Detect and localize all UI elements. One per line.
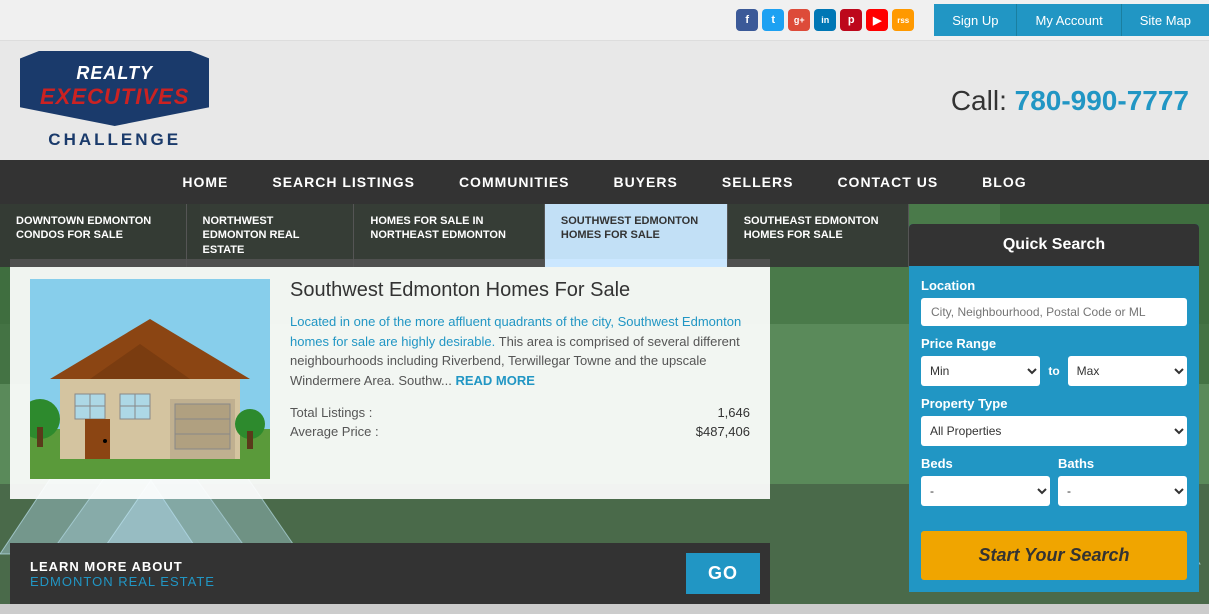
avg-price-label: Average Price : (290, 424, 379, 439)
price-max-select[interactable]: Max (1068, 356, 1187, 386)
baths-label: Baths (1058, 456, 1187, 471)
nav-home[interactable]: HOME (160, 160, 250, 204)
price-range-label: Price Range (921, 336, 1187, 351)
my-account-link[interactable]: My Account (1017, 4, 1121, 36)
nav-buyers[interactable]: BUYERS (592, 160, 700, 204)
sub-navigation: DOWNTOWN EDMONTON CONDOS FOR SALE NORTHW… (0, 204, 909, 267)
top-bar: f t g+ in p ▶ rss Sign Up My Account Sit… (0, 0, 1209, 41)
subnav-southeast[interactable]: SOUTHEAST EDMONTON HOMES FOR SALE (728, 204, 909, 267)
logo-challenge-text: CHALLENGE (48, 130, 181, 150)
quick-search-panel: Quick Search Location Price Range Min to… (909, 224, 1199, 592)
listing-title: Southwest Edmonton Homes For Sale (290, 279, 750, 302)
price-range-row: Min to Max (921, 356, 1187, 386)
top-links: Sign Up My Account Site Map (934, 4, 1209, 36)
social-icons: f t g+ in p ▶ rss (736, 9, 914, 31)
rss-icon[interactable]: rss (892, 9, 914, 31)
facebook-icon[interactable]: f (736, 9, 758, 31)
total-listings-label: Total Listings : (290, 405, 372, 420)
property-type-label: Property Type (921, 396, 1187, 411)
stat-row-price: Average Price : $487,406 (290, 424, 750, 439)
linkedin-icon[interactable]: in (814, 9, 836, 31)
baths-section: Baths - (1058, 456, 1187, 516)
listing-card: Southwest Edmonton Homes For Sale Locate… (10, 259, 770, 499)
total-listings-value: 1,646 (717, 405, 750, 420)
nav-contact[interactable]: CONTACT US (815, 160, 960, 204)
hero-section: DOWNTOWN EDMONTON CONDOS FOR SALE NORTHW… (0, 204, 1209, 604)
nav-sellers[interactable]: SELLERS (700, 160, 816, 204)
beds-baths-row: Beds - Baths - (921, 456, 1187, 516)
cta-text: LEARN MORE ABOUT EDMONTON REAL ESTATE (30, 559, 215, 589)
pinterest-icon[interactable]: p (840, 9, 862, 31)
logo[interactable]: REALTY EXECUTIVES CHALLENGE (20, 51, 209, 150)
logo-executives-text: EXECUTIVES (40, 84, 189, 110)
phone-number[interactable]: 780-990-7777 (1015, 85, 1189, 116)
avg-price-value: $487,406 (696, 424, 750, 439)
logo-shield: REALTY EXECUTIVES (20, 51, 209, 126)
baths-select[interactable]: - (1058, 476, 1187, 506)
nav-blog[interactable]: BLOG (960, 160, 1048, 204)
read-more-link[interactable]: READ MORE (455, 373, 534, 388)
call-info: Call: 780-990-7777 (951, 85, 1189, 117)
main-nav: HOME SEARCH LISTINGS COMMUNITIES BUYERS … (0, 160, 1209, 204)
beds-select[interactable]: - (921, 476, 1050, 506)
nav-communities[interactable]: COMMUNITIES (437, 160, 592, 204)
listing-info: Southwest Edmonton Homes For Sale Locate… (290, 279, 750, 479)
price-min-select[interactable]: Min (921, 356, 1040, 386)
search-button[interactable]: Start Your Search (921, 531, 1187, 580)
cta-line1: LEARN MORE ABOUT (30, 559, 215, 574)
sign-up-link[interactable]: Sign Up (934, 4, 1017, 36)
google-plus-icon[interactable]: g+ (788, 9, 810, 31)
subnav-northeast[interactable]: HOMES FOR SALE IN NORTHEAST EDMONTON (354, 204, 544, 267)
property-type-select[interactable]: All Properties (921, 416, 1187, 446)
subnav-northwest[interactable]: NORTHWEST EDMONTON REAL ESTATE (187, 204, 355, 267)
subnav-southwest[interactable]: SOUTHWEST EDMONTON HOMES FOR SALE (545, 204, 728, 267)
price-to-label: to (1048, 364, 1059, 378)
call-label: Call: (951, 85, 1007, 116)
listing-description: Located in one of the more affluent quad… (290, 312, 750, 390)
beds-section: Beds - (921, 456, 1050, 516)
youtube-icon[interactable]: ▶ (866, 9, 888, 31)
go-button[interactable]: GO (686, 553, 760, 594)
listing-image (30, 279, 270, 479)
beds-label: Beds (921, 456, 1050, 471)
logo-realty-text: REALTY (40, 63, 189, 84)
cta-line2: EDMONTON REAL ESTATE (30, 574, 215, 589)
header: REALTY EXECUTIVES CHALLENGE Call: 780-99… (0, 41, 1209, 160)
location-input[interactable] (921, 298, 1187, 326)
quick-search-body: Location Price Range Min to Max Property… (909, 266, 1199, 592)
cta-bar: LEARN MORE ABOUT EDMONTON REAL ESTATE GO (10, 543, 770, 604)
listing-stats: Total Listings : 1,646 Average Price : $… (290, 405, 750, 439)
site-map-link[interactable]: Site Map (1122, 4, 1209, 36)
twitter-icon[interactable]: t (762, 9, 784, 31)
nav-search-listings[interactable]: SEARCH LISTINGS (250, 160, 437, 204)
location-label: Location (921, 278, 1187, 293)
subnav-downtown[interactable]: DOWNTOWN EDMONTON CONDOS FOR SALE (0, 204, 187, 267)
quick-search-title: Quick Search (909, 224, 1199, 266)
stat-row-listings: Total Listings : 1,646 (290, 405, 750, 420)
